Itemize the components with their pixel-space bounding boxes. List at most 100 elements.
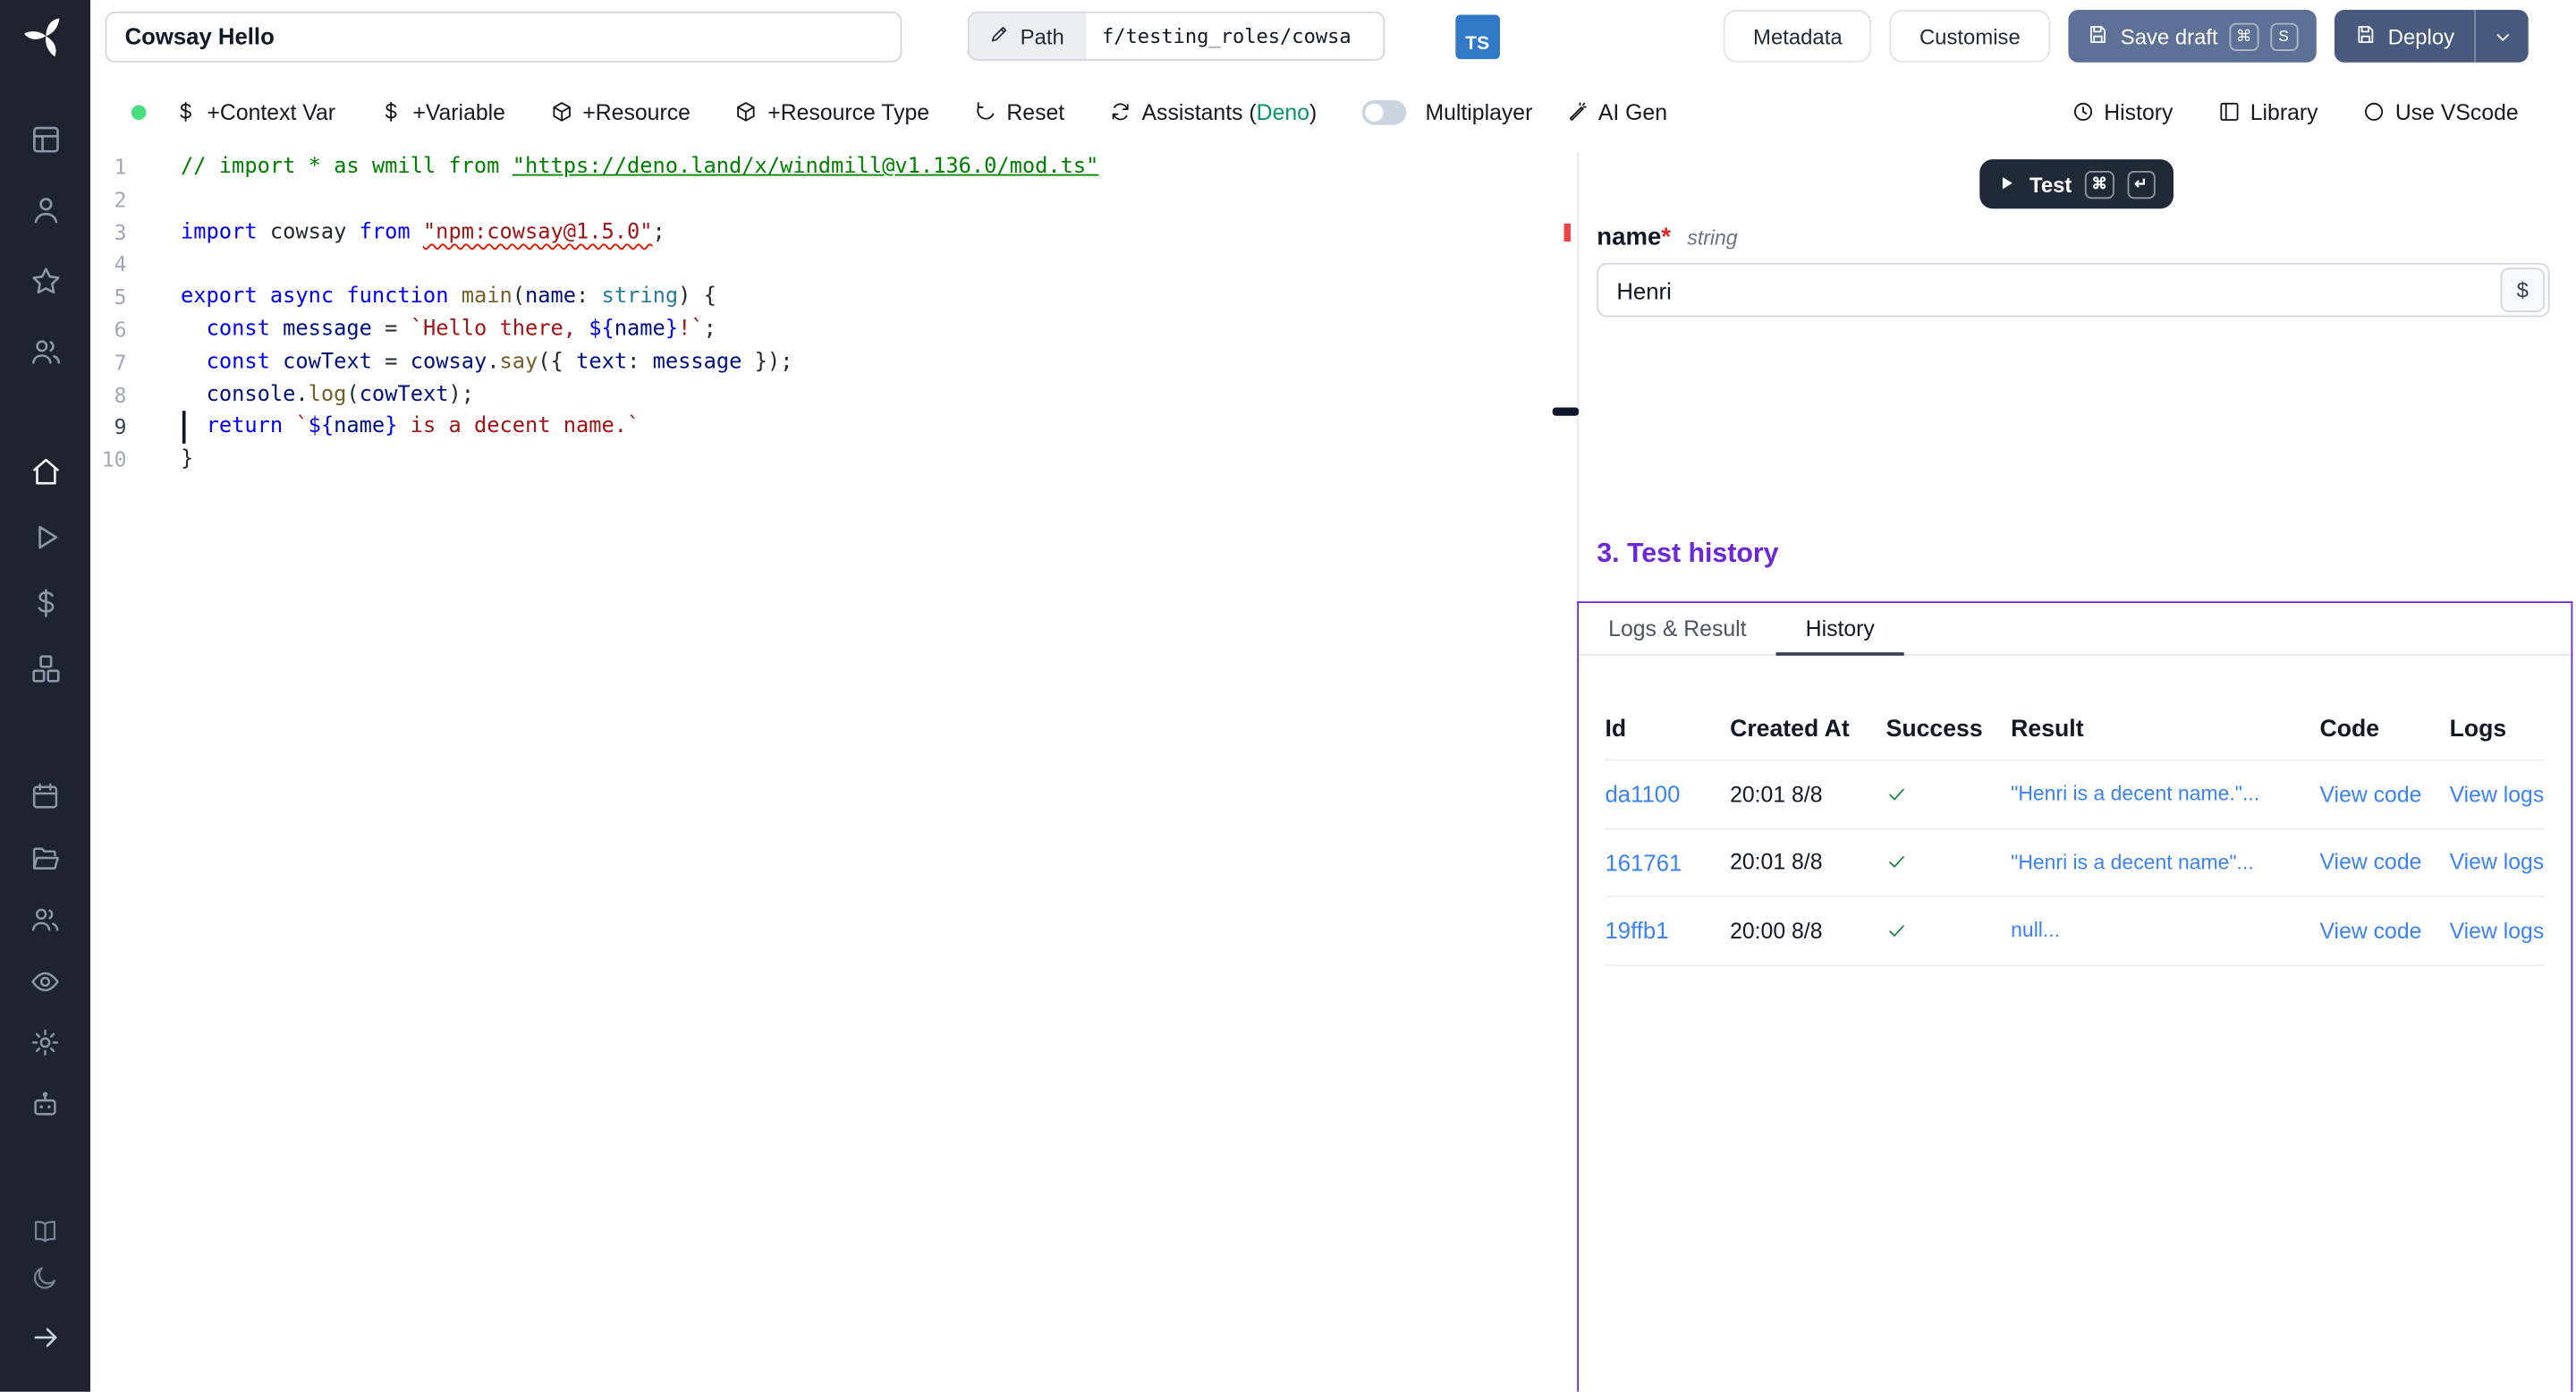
code-line: [181, 183, 1577, 216]
test-button[interactable]: Test ⌘ ↵: [1980, 159, 2173, 208]
eye-icon: [30, 966, 61, 997]
sidebar-item-runs[interactable]: [0, 505, 90, 570]
sidebar-item-profile[interactable]: [0, 174, 90, 245]
result-link[interactable]: "Henri is a decent name."...: [2011, 783, 2319, 806]
save-draft-button[interactable]: Save draft ⌘ S: [2068, 10, 2316, 63]
edit-path-button[interactable]: Path: [970, 13, 1084, 59]
sidebar-item-home[interactable]: [0, 438, 90, 504]
history-button[interactable]: History: [2072, 99, 2174, 124]
script-name-input[interactable]: [106, 11, 902, 62]
sidebar-item-members[interactable]: [0, 316, 90, 386]
insert-variable-button[interactable]: $: [2501, 267, 2546, 312]
code-line: const message = `Hello there, ${name}!`;: [181, 314, 1577, 346]
deploy-group: Deploy: [2334, 10, 2529, 63]
multiplayer-toggle[interactable]: [1361, 99, 1406, 124]
moon-icon: [31, 1263, 59, 1291]
sidebar-item-folders[interactable]: [0, 828, 90, 889]
sidebar-item-apps[interactable]: [0, 104, 90, 174]
sidebar-item-favorites[interactable]: [0, 245, 90, 316]
deploy-button[interactable]: Deploy: [2334, 10, 2474, 63]
test-label: Test: [2029, 172, 2072, 197]
history-row: 19ffb120:00 8/8 null...View codeView logs: [1605, 897, 2545, 965]
gear-icon: [30, 1027, 61, 1058]
result-link[interactable]: null...: [2011, 919, 2319, 942]
view-logs-link[interactable]: View logs: [2450, 782, 2546, 807]
code-editor[interactable]: 12345678910 // import * as wmill from "h…: [90, 151, 1577, 1392]
calendar-icon: [30, 781, 61, 812]
path-input[interactable]: [1084, 13, 1383, 59]
kbd-cmd: ⌘: [2085, 170, 2114, 198]
success-check-icon: [1886, 920, 2012, 941]
tab-history[interactable]: History: [1776, 603, 1904, 654]
tab-logs-result[interactable]: Logs & Result: [1579, 603, 1775, 654]
line-number: 8: [90, 379, 126, 412]
deploy-save-icon: [2353, 22, 2377, 50]
code-line: const cowText = cowsay.say({ text: messa…: [181, 346, 1577, 378]
editor-toolbar: +Context Var +Variable +Resource +Resource …: [90, 72, 2576, 151]
sidebar-item-docs[interactable]: [0, 1208, 90, 1253]
view-logs-link[interactable]: View logs: [2450, 850, 2546, 875]
multiplayer-label: Multiplayer: [1425, 99, 1532, 124]
test-history-panel: Logs & ResultHistory IdCreated AtSuccess…: [1577, 601, 2572, 1391]
customise-button[interactable]: Customise: [1890, 10, 2050, 63]
panel-resize-handle[interactable]: [1553, 408, 1579, 416]
table-rows: da110020:01 8/8"Henri is a decent name."…: [1605, 760, 2545, 965]
run-id-link[interactable]: 161761: [1605, 849, 1730, 875]
metadata-button[interactable]: Metadata: [1724, 10, 1872, 63]
toolbar-right: History Library Use VScode: [2072, 99, 2519, 124]
deploy-options-button[interactable]: [2476, 10, 2529, 63]
code-line: console.log(cowText);: [181, 379, 1577, 412]
save-draft-label: Save draft: [2121, 24, 2218, 49]
view-code-link[interactable]: View code: [2319, 918, 2449, 943]
sidebar-item-groups[interactable]: [0, 889, 90, 951]
sidebar-item-audit-logs[interactable]: [0, 951, 90, 1013]
add-context-var-button[interactable]: +Context Var: [174, 99, 335, 124]
column-header: Logs: [2450, 716, 2546, 742]
users-icon: [29, 335, 62, 368]
column-header: Code: [2319, 716, 2449, 742]
folder-icon: [30, 843, 61, 874]
add-resource-type-button[interactable]: +Resource Type: [735, 99, 930, 124]
kbd-enter: ↵: [2127, 170, 2155, 198]
column-header: Created At: [1730, 716, 1885, 742]
play-icon: [29, 521, 62, 554]
rotate-ccw-icon: [974, 100, 997, 123]
dollar-icon: [29, 587, 62, 620]
result-link[interactable]: "Henri is a decent name"...: [2011, 851, 2319, 874]
package-icon: [550, 100, 573, 123]
library-button[interactable]: Library: [2217, 99, 2318, 124]
sidebar-expand-button[interactable]: [0, 1318, 90, 1357]
run-id-link[interactable]: 19ffb1: [1605, 917, 1730, 943]
home-icon: [29, 455, 62, 488]
view-logs-link[interactable]: View logs: [2450, 918, 2546, 943]
windmill-logo-icon[interactable]: [0, 0, 90, 72]
library-icon: [2217, 100, 2241, 123]
view-code-link[interactable]: View code: [2319, 782, 2449, 807]
sidebar-item-dark-mode[interactable]: [0, 1253, 90, 1299]
refresh-cw-icon: [1109, 100, 1132, 123]
sidebar-nav: [0, 72, 90, 1300]
sidebar-item-variables[interactable]: [0, 570, 90, 635]
sidebar-item-resources[interactable]: [0, 636, 90, 701]
view-code-link[interactable]: View code: [2319, 850, 2449, 875]
sidebar-item-settings[interactable]: [0, 1012, 90, 1074]
reset-button[interactable]: Reset: [974, 99, 1065, 124]
created-at: 20:00 8/8: [1730, 918, 1885, 943]
use-vscode-button[interactable]: Use VScode: [2362, 99, 2519, 124]
vscode-icon: [2362, 100, 2385, 123]
run-id-link[interactable]: da1100: [1605, 781, 1730, 807]
line-number: 10: [90, 444, 126, 476]
name-arg-input[interactable]: [1597, 263, 2549, 318]
add-resource-button[interactable]: +Resource: [550, 99, 691, 124]
assistants-button[interactable]: Assistants (Deno): [1109, 99, 1317, 124]
sidebar-item-workers[interactable]: [0, 1074, 90, 1135]
ai-gen-button[interactable]: AI Gen: [1565, 99, 1667, 124]
sidebar-item-schedules[interactable]: [0, 766, 90, 828]
kbd-cmd: ⌘: [2230, 22, 2258, 50]
add-variable-button[interactable]: +Variable: [380, 99, 505, 124]
success-check-icon: [1886, 784, 2012, 805]
line-number: 5: [90, 281, 126, 313]
preview-panel: Test ⌘ ↵ name * string $: [1577, 151, 2574, 1392]
topbar: Path TS Metadata Customise Save draft ⌘ …: [90, 0, 2576, 72]
status-dot-icon: [131, 105, 147, 120]
